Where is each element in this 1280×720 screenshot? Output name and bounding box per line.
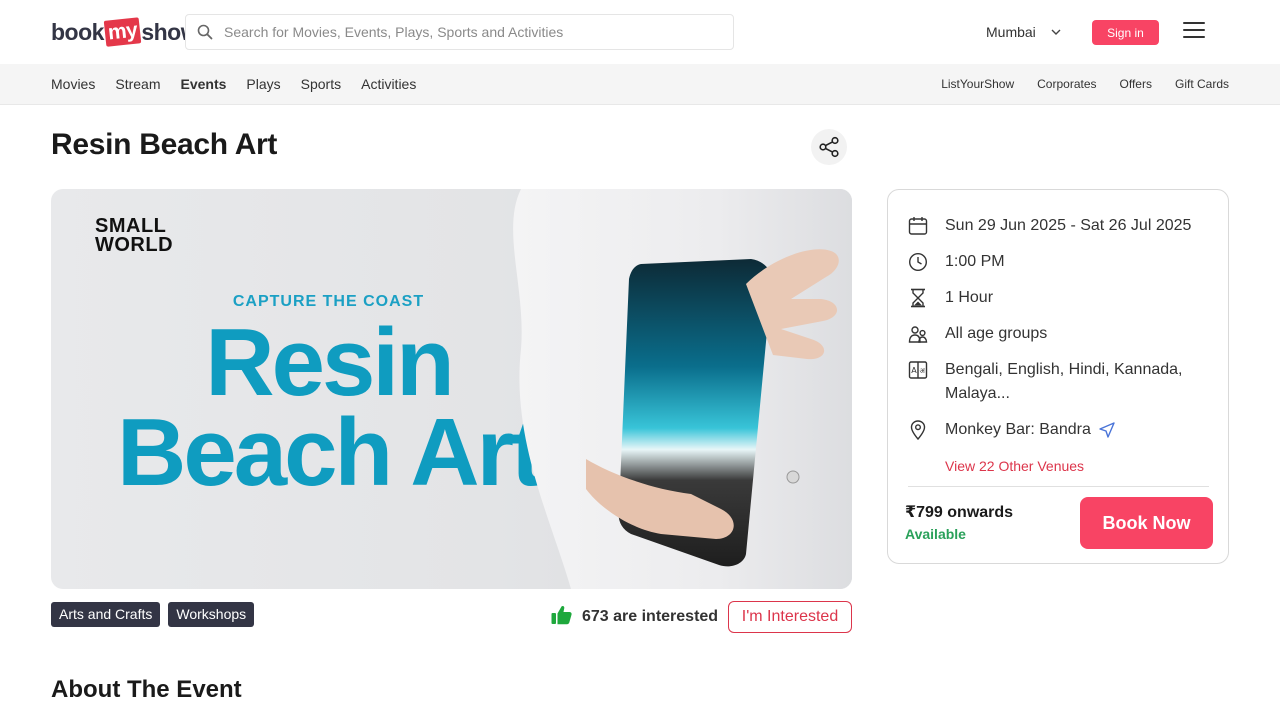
language-row: Aअ Bengali, English, Hindi, Kannada, Mal…	[908, 358, 1195, 406]
category-nav: Movies Stream Events Plays Sports Activi…	[0, 64, 1280, 105]
time-row: 1:00 PM	[908, 250, 1195, 274]
nav-offers[interactable]: Offers	[1120, 77, 1152, 91]
logo-text-my: my	[103, 17, 142, 47]
tag-workshops[interactable]: Workshops	[168, 602, 255, 627]
nav-movies[interactable]: Movies	[51, 76, 95, 92]
city-selector[interactable]: Mumbai	[986, 22, 1062, 42]
event-venue[interactable]: Monkey Bar: Bandra	[945, 418, 1091, 442]
event-banner-image: SMALL WORLD CAPTURE THE COAST Resin Beac…	[51, 189, 852, 589]
event-title: Resin Beach Art	[51, 128, 278, 161]
search-input[interactable]	[224, 24, 714, 40]
search-bar[interactable]	[185, 14, 734, 50]
svg-text:A: A	[911, 366, 917, 375]
nav-gift-cards[interactable]: Gift Cards	[1175, 77, 1229, 91]
calendar-icon	[908, 214, 928, 238]
bookmyshow-logo[interactable]: book my show	[51, 14, 199, 50]
nav-plays[interactable]: Plays	[246, 76, 280, 92]
language-icon: Aअ	[908, 358, 928, 382]
venue-row: Monkey Bar: Bandra	[908, 418, 1115, 442]
nav-activities[interactable]: Activities	[361, 76, 416, 92]
nav-events[interactable]: Events	[180, 76, 226, 92]
city-label: Mumbai	[986, 24, 1036, 40]
event-time: 1:00 PM	[945, 253, 1005, 270]
search-icon	[186, 15, 224, 49]
hamburger-menu-icon[interactable]	[1183, 22, 1205, 40]
age-row: All age groups	[908, 322, 1195, 346]
nav-primary: Movies Stream Events Plays Sports Activi…	[51, 64, 436, 104]
banner-artwork	[513, 189, 852, 589]
navigate-icon[interactable]	[1099, 418, 1115, 442]
im-interested-button[interactable]: I'm Interested	[728, 601, 852, 633]
clock-icon	[908, 250, 928, 274]
nav-listyourshow[interactable]: ListYourShow	[941, 77, 1014, 91]
hourglass-icon	[908, 286, 928, 310]
nav-secondary: ListYourShow Corporates Offers Gift Card…	[918, 64, 1229, 104]
top-header: bookmyshow Mumbai Sign in	[0, 0, 1280, 64]
event-age-group: All age groups	[945, 325, 1048, 342]
nav-corporates[interactable]: Corporates	[1037, 77, 1096, 91]
location-pin-icon	[908, 418, 928, 442]
chevron-down-icon	[1050, 26, 1062, 38]
svg-text:अ: अ	[920, 367, 926, 375]
view-other-venues-link[interactable]: View 22 Other Venues	[945, 458, 1084, 474]
sign-in-button[interactable]: Sign in	[1092, 20, 1159, 45]
share-button[interactable]	[811, 129, 847, 165]
event-details-card: Sun 29 Jun 2025 - Sat 26 Jul 2025 1:00 P…	[887, 189, 1229, 564]
price-text: ₹799 onwards	[905, 504, 1014, 521]
date-row: Sun 29 Jun 2025 - Sat 26 Jul 2025	[908, 214, 1195, 238]
card-divider	[908, 486, 1209, 487]
availability-status: Available	[905, 526, 966, 542]
nav-stream[interactable]: Stream	[115, 76, 160, 92]
banner-brand-logo: SMALL WORLD	[95, 215, 174, 256]
event-date: Sun 29 Jun 2025 - Sat 26 Jul 2025	[945, 217, 1192, 234]
logo-text-book: book	[51, 18, 104, 45]
duration-row: 1 Hour	[908, 286, 1195, 310]
event-tags: Arts and Crafts Workshops	[51, 602, 262, 627]
interest-count: 673 are interested	[551, 605, 719, 630]
interest-count-text: 673 are interested	[582, 608, 719, 625]
event-duration: 1 Hour	[945, 289, 994, 306]
people-icon	[908, 322, 928, 346]
event-languages: Bengali, English, Hindi, Kannada, Malaya…	[945, 361, 1183, 402]
share-icon	[819, 136, 839, 158]
tag-arts-and-crafts[interactable]: Arts and Crafts	[51, 602, 161, 627]
about-event-heading: About The Event	[51, 676, 242, 703]
book-now-button[interactable]: Book Now	[1080, 497, 1213, 549]
nav-sports[interactable]: Sports	[301, 76, 341, 92]
thumbs-up-icon	[551, 605, 572, 630]
